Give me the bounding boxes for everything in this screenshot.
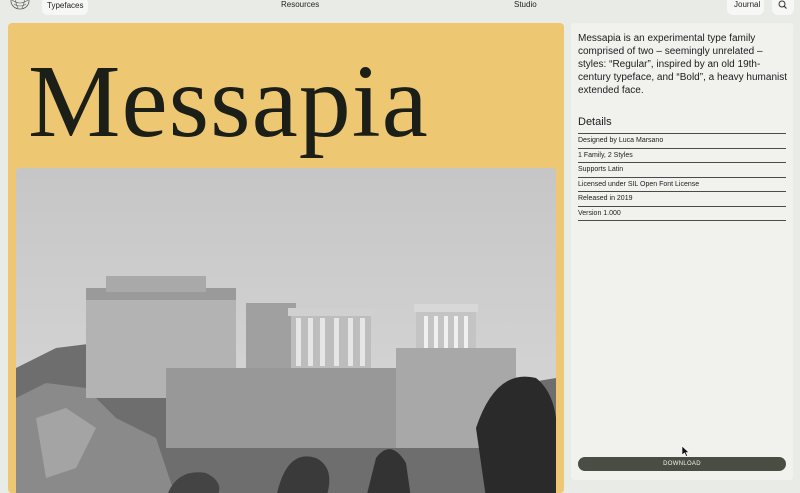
globe-logo-icon[interactable] — [8, 0, 34, 14]
nav-resources[interactable]: Resources — [281, 0, 319, 10]
detail-version: Version 1.000 — [578, 205, 786, 221]
detail-support: Supports Latin — [578, 162, 786, 177]
search-button[interactable] — [772, 0, 794, 15]
detail-family: 1 Family, 2 Styles — [578, 147, 786, 163]
details-list: Designed by Luca Marsano 1 Family, 2 Sty… — [578, 133, 786, 221]
detail-release: Released in 2019 — [578, 191, 786, 206]
hero-card: Messapia — [8, 23, 564, 493]
detail-designer: Designed by Luca Marsano — [578, 133, 786, 148]
info-panel: Messapia is an experimental type family … — [571, 23, 793, 480]
nav-typefaces[interactable]: Typefaces — [42, 0, 89, 15]
download-button[interactable]: DOWNLOAD — [578, 457, 786, 471]
detail-license[interactable]: Licensed under SIL Open Font License — [578, 176, 786, 192]
acropolis-photo — [16, 168, 556, 493]
mouse-cursor-icon — [681, 444, 690, 457]
typeface-description: Messapia is an experimental type family … — [578, 33, 788, 96]
nav-journal[interactable]: Journal — [734, 0, 760, 9]
search-icon — [778, 0, 787, 9]
top-navigation: Typefaces Resources Studio Journal — [0, 0, 800, 16]
nav-studio[interactable]: Studio — [514, 0, 537, 10]
details-heading: Details — [578, 116, 612, 128]
typeface-title: Messapia — [28, 44, 429, 159]
